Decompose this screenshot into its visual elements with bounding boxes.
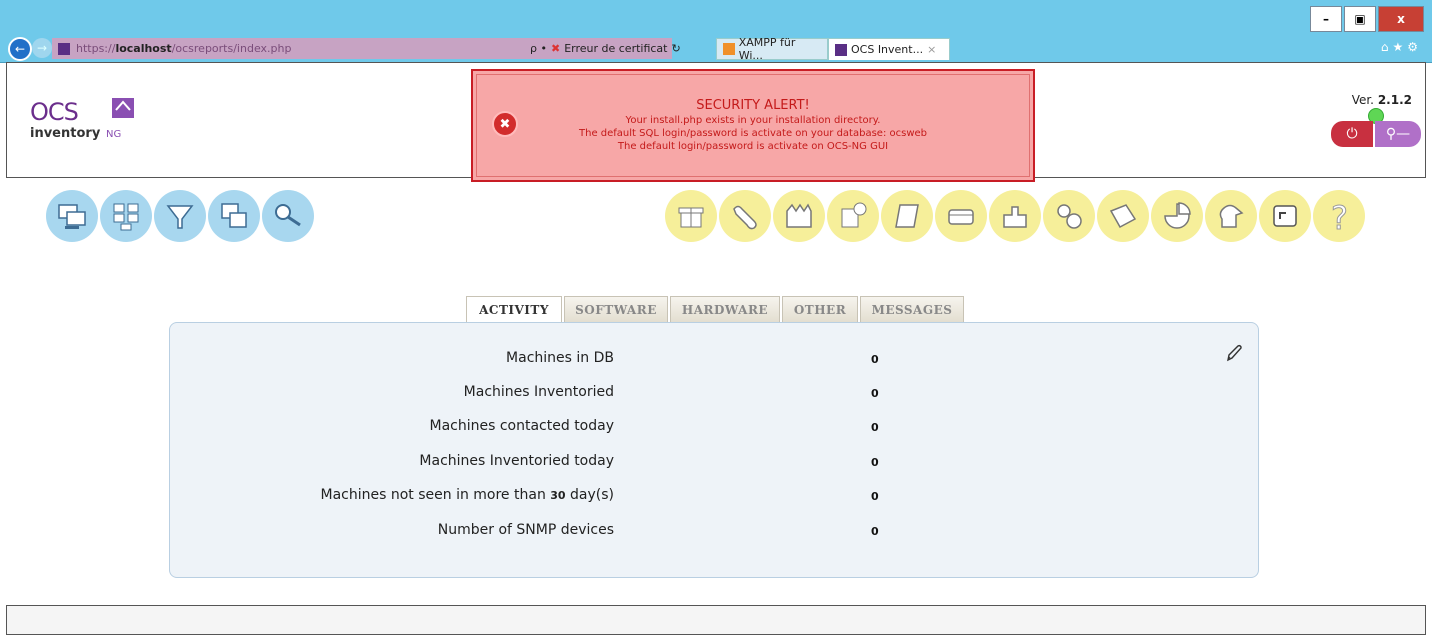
stat-label: Number of SNMP devices [437, 522, 614, 538]
url-path: /ocsreports/index.php [171, 42, 292, 55]
search-icon[interactable] [262, 190, 314, 242]
stat-label-not-seen: Machines not seen in more than 30 day(s) [321, 487, 615, 503]
stat-label: Machines Inventoried [463, 384, 614, 400]
snmp-icon[interactable] [827, 190, 879, 242]
page-footer [6, 605, 1426, 635]
version-number: 2.1.2 [1377, 93, 1412, 107]
error-icon: ✖ [492, 111, 518, 137]
tab-software[interactable]: SOFTWARE [564, 296, 668, 323]
stat-value[interactable]: 0 [871, 490, 879, 503]
stat-label: Machines contacted today [429, 418, 615, 434]
cert-error-icon: ✖ [550, 42, 561, 55]
forward-button[interactable]: → [32, 38, 52, 58]
close-button[interactable]: x [1378, 6, 1424, 32]
stat-value[interactable]: 0 [871, 456, 879, 469]
ocs-logo[interactable]: OCS inventory NG [26, 96, 146, 146]
url-host: localhost [115, 42, 172, 55]
console-icon[interactable] [1259, 190, 1311, 242]
version-label: Ver. 2.1.2 [1352, 93, 1412, 107]
stat-label: Machines in DB [506, 350, 614, 366]
edit-pencil-icon[interactable] [1224, 343, 1244, 363]
search-dropdown-icon[interactable]: ρ • [530, 42, 547, 55]
ocs-favicon-icon [835, 43, 847, 56]
svg-text:inventory: inventory [30, 126, 101, 141]
home-icon[interactable]: ⌂ [1381, 40, 1393, 54]
tab-other[interactable]: OTHER [782, 296, 858, 323]
back-button[interactable]: ← [8, 37, 32, 61]
plugins-icon[interactable] [1043, 190, 1095, 242]
version-prefix: Ver. [1351, 93, 1374, 107]
browser-action-icons: ⌂★⚙ [1381, 40, 1422, 54]
security-alert-content: SECURITY ALERT! Your install.php exists … [476, 74, 1030, 177]
groups-icon[interactable] [100, 190, 152, 242]
config-icon[interactable] [719, 190, 771, 242]
stat-days-value[interactable]: 30 [550, 489, 565, 502]
window-controls: – ▣ x [1310, 6, 1424, 32]
dictionary-icon[interactable] [881, 190, 933, 242]
alert-line: The default SQL login/password is activa… [579, 128, 927, 139]
refresh-icon[interactable]: ↻ [672, 42, 681, 55]
cert-error-label[interactable]: Erreur de certificat [564, 42, 667, 55]
url-scheme: https:// [76, 42, 116, 55]
duplicates-icon[interactable] [208, 190, 260, 242]
tab-ocs-label: OCS Invent... [851, 43, 924, 56]
alert-line: The default login/password is activate o… [617, 141, 889, 152]
alert-title: SECURITY ALERT! [696, 98, 810, 113]
stat-value[interactable]: 0 [871, 387, 879, 400]
tab-close-icon[interactable]: × [927, 43, 936, 56]
svg-text:NG: NG [106, 129, 121, 140]
alert-line: Your install.php exists in your installa… [625, 115, 881, 126]
users-icon[interactable] [1205, 190, 1257, 242]
key-icon[interactable]: ⚲— [1375, 121, 1421, 147]
address-tools: ρ • ✖ Erreur de certificat ↻ [530, 38, 681, 59]
stat-value[interactable]: 0 [871, 421, 879, 434]
stat-label: Machines Inventoried today [419, 453, 614, 469]
site-favicon-icon [58, 42, 70, 55]
stat-label-pre: Machines not seen in more than [320, 487, 546, 503]
tab-ocs[interactable]: OCS Invent... × [828, 38, 950, 60]
computers-icon[interactable] [46, 190, 98, 242]
filter-icon[interactable] [154, 190, 206, 242]
network-icon[interactable] [773, 190, 825, 242]
tab-messages[interactable]: MESSAGES [860, 296, 964, 323]
stat-label-post: day(s) [570, 487, 614, 503]
help-icon[interactable]: ? [1313, 190, 1365, 242]
tab-xampp-label: XAMPP für Wi... [738, 36, 796, 62]
tab-hardware[interactable]: HARDWARE [670, 296, 780, 323]
xampp-favicon-icon [723, 43, 735, 55]
stat-value[interactable]: 0 [871, 525, 879, 538]
favorites-star-icon[interactable]: ★ [1392, 40, 1407, 54]
browser-titlebar [0, 0, 1432, 36]
settings-gear-icon[interactable]: ⚙ [1407, 40, 1422, 54]
stat-value[interactable]: 0 [871, 353, 879, 366]
activity-panel [169, 322, 1259, 578]
tab-xampp[interactable]: XAMPP für Wi... [716, 36, 828, 62]
ipdiscover-icon[interactable] [935, 190, 987, 242]
reports-icon[interactable] [1151, 190, 1203, 242]
registry-icon[interactable] [1097, 190, 1149, 242]
svg-text:?: ? [1331, 199, 1348, 233]
svg-text:OCS: OCS [30, 98, 78, 126]
deploy-icon[interactable] [665, 190, 717, 242]
maximize-button[interactable]: ▣ [1344, 6, 1376, 32]
download-icon[interactable] [989, 190, 1041, 242]
logout-button[interactable]: ⏻ [1331, 121, 1373, 147]
minimize-button[interactable]: – [1310, 6, 1342, 32]
tab-activity[interactable]: ACTIVITY [466, 296, 562, 324]
